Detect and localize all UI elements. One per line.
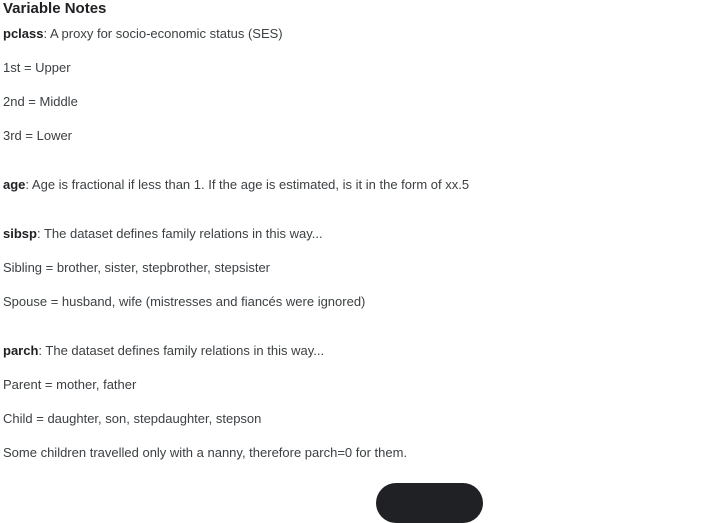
note-text: Child = daughter, son, stepdaughter, ste…: [3, 411, 262, 426]
note-text: : A proxy for socio-economic status (SES…: [43, 26, 283, 41]
note-text: : The dataset defines family relations i…: [36, 226, 323, 241]
note-pclass-lower: 3rd = Lower: [3, 127, 72, 145]
note-text: : The dataset defines family relations i…: [38, 343, 325, 358]
term-label: pclass: [3, 26, 44, 41]
term-label: age: [3, 177, 26, 192]
note-nanny: Some children travelled only with a nann…: [3, 444, 407, 462]
section-heading: Variable Notes: [3, 0, 107, 17]
note-pclass-upper: 1st = Upper: [3, 59, 71, 77]
note-age: age: Age is fractional if less than 1. I…: [3, 176, 469, 194]
note-pclass-middle: 2nd = Middle: [3, 93, 78, 111]
note-pclass: pclass: A proxy for socio-economic statu…: [3, 25, 283, 43]
note-sibling: Sibling = brother, sister, stepbrother, …: [3, 259, 270, 277]
note-text: Parent = mother, father: [3, 377, 137, 392]
note-text: Some children travelled only with a nann…: [3, 445, 408, 460]
note-text: Sibling = brother, sister, stepbrother, …: [3, 260, 271, 275]
note-parch: parch: The dataset defines family relati…: [3, 342, 324, 360]
note-parent: Parent = mother, father: [3, 376, 136, 394]
note-spouse: Spouse = husband, wife (mistresses and f…: [3, 293, 365, 311]
floating-action-button[interactable]: [376, 483, 483, 523]
note-text: 2nd = Middle: [3, 94, 78, 109]
note-text: 1st = Upper: [3, 60, 71, 75]
note-text: Spouse = husband, wife (mistresses and f…: [3, 294, 366, 309]
term-label: parch: [3, 343, 39, 358]
term-label: sibsp: [3, 226, 37, 241]
note-text: : Age is fractional if less than 1. If t…: [25, 177, 470, 192]
note-sibsp: sibsp: The dataset defines family relati…: [3, 225, 323, 243]
note-text: 3rd = Lower: [3, 128, 73, 143]
note-child: Child = daughter, son, stepdaughter, ste…: [3, 410, 261, 428]
